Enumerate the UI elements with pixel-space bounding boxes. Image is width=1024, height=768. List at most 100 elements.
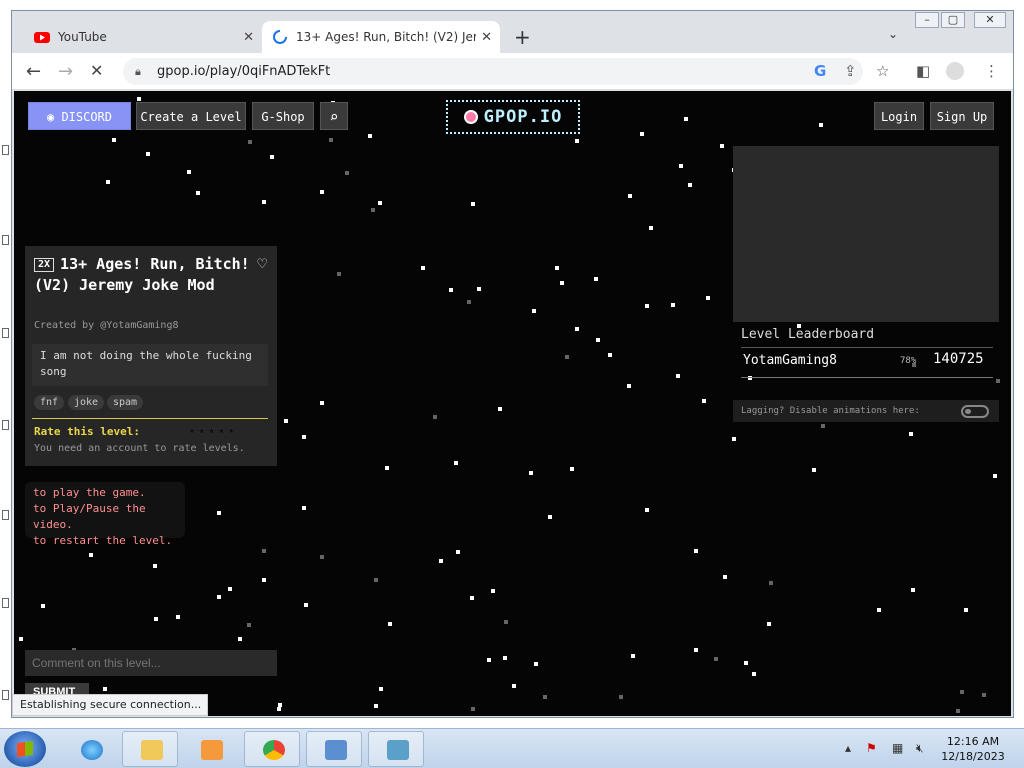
- star-particle: [575, 327, 579, 331]
- star-particle: [137, 97, 141, 101]
- volume-muted-icon[interactable]: 🔇︎: [916, 741, 924, 756]
- star-particle: [532, 309, 536, 313]
- network-icon[interactable]: ▦: [892, 741, 903, 755]
- address-bar[interactable]: 🔒︎ gpop.io/play/0qiFnADTekFt: [123, 58, 863, 85]
- star-particle: [964, 608, 968, 612]
- star-particle: [498, 407, 502, 411]
- gpop-logo[interactable]: GPOP.IO: [446, 100, 580, 134]
- star-particle: [594, 277, 598, 281]
- level-creator[interactable]: Created by @YotamGaming8: [34, 320, 179, 331]
- star-particle: [560, 281, 564, 285]
- desktop-file-icon[interactable]: [2, 235, 9, 245]
- star-particle: [470, 596, 474, 600]
- desktop-file-icon[interactable]: [2, 328, 9, 338]
- star-particle: [649, 226, 653, 230]
- close-tab-icon[interactable]: ✕: [481, 30, 492, 45]
- start-button[interactable]: [4, 731, 46, 767]
- system-clock[interactable]: 12:16 AM 12/18/2023: [938, 734, 1008, 764]
- star-particle: [706, 296, 710, 300]
- star-particle: [421, 266, 425, 270]
- rate-notice: You need an account to rate levels.: [34, 443, 245, 454]
- taskbar-ie[interactable]: [62, 731, 118, 767]
- leaderboard-score: 140725: [933, 351, 984, 367]
- star-particle: [503, 656, 507, 660]
- star-particle: [374, 578, 378, 582]
- taskbar-photo-viewer[interactable]: [368, 731, 424, 767]
- clock-date: 12/18/2023: [941, 750, 1005, 763]
- star-particle: [575, 139, 579, 143]
- star-particle: [631, 654, 635, 658]
- star-particle: [491, 589, 495, 593]
- share-icon[interactable]: ⇪: [844, 62, 857, 80]
- star-particle: [996, 379, 1000, 383]
- tab-gpop[interactable]: 13+ Ages! Run, Bitch! (V2) Jerem ✕: [262, 21, 500, 53]
- desktop-file-icon[interactable]: [2, 690, 9, 700]
- star-particle: [89, 553, 93, 557]
- tab-title: YouTube: [58, 30, 107, 44]
- leaderboard-player[interactable]: YotamGaming8: [743, 353, 837, 368]
- menu-kebab-icon[interactable]: ⋮: [984, 62, 999, 80]
- level-title: 2X 13+ Ages! Run, Bitch! (V2) Jeremy Joke…: [34, 255, 250, 294]
- star-particle: [228, 587, 232, 591]
- create-level-button[interactable]: Create a Level: [136, 102, 246, 130]
- action-center-icon[interactable]: ⚑: [866, 741, 877, 755]
- star-particle: [555, 266, 559, 270]
- side-panel-icon[interactable]: ◧: [916, 62, 930, 80]
- tag-chip[interactable]: spam: [107, 395, 144, 410]
- desktop-file-icon[interactable]: [2, 598, 9, 608]
- comment-input[interactable]: [25, 650, 277, 676]
- browser-window: – ▢ ✕ YouTube ✕ 13+ Ages! Run, Bitch! (V…: [11, 10, 1014, 718]
- search-icon[interactable]: ⌕: [320, 102, 348, 130]
- bookmark-star-icon[interactable]: ☆: [876, 62, 889, 80]
- star-particle: [645, 304, 649, 308]
- profile-avatar-icon[interactable]: [946, 62, 964, 80]
- taskbar-explorer[interactable]: [122, 731, 178, 767]
- animation-toggle[interactable]: [961, 405, 989, 418]
- tag-chip[interactable]: joke: [68, 395, 105, 410]
- stop-loading-icon[interactable]: ✕: [90, 61, 103, 80]
- star-particle: [767, 622, 771, 626]
- star-particle: [284, 419, 288, 423]
- back-arrow-icon[interactable]: ←: [26, 61, 41, 82]
- star-particle: [238, 637, 242, 641]
- star-particle: [374, 704, 378, 708]
- google-lens-icon[interactable]: G: [814, 62, 826, 80]
- star-particle: [368, 134, 372, 138]
- taskbar-media[interactable]: [182, 731, 238, 767]
- taskbar-control-panel[interactable]: [306, 731, 362, 767]
- desktop-file-icon[interactable]: [2, 510, 9, 520]
- tab-youtube[interactable]: YouTube ✕: [24, 21, 262, 53]
- g-shop-button[interactable]: G-Shop: [252, 102, 314, 130]
- tray-expand-icon[interactable]: ▴: [845, 741, 851, 755]
- star-particle: [694, 549, 698, 553]
- signup-button[interactable]: Sign Up: [930, 102, 994, 130]
- tab-search-chevron-icon[interactable]: ⌄: [888, 27, 898, 41]
- new-tab-plus-icon[interactable]: +: [514, 25, 531, 49]
- taskbar-chrome[interactable]: [244, 731, 300, 767]
- discord-button[interactable]: ◉ DISCORD: [28, 102, 131, 130]
- video-preview[interactable]: [733, 146, 999, 322]
- lag-text: Lagging? Disable animations here:: [741, 406, 920, 416]
- rating-stars[interactable]: ★★★★★: [188, 423, 237, 438]
- desktop-file-icon[interactable]: [2, 145, 9, 155]
- loading-spinner-icon: [273, 30, 287, 44]
- favorite-heart-icon[interactable]: ♡: [257, 254, 267, 273]
- controls-help: to play the game. to Play/Pause the vide…: [25, 482, 185, 547]
- level-info-card: 2X 13+ Ages! Run, Bitch! (V2) Jeremy Joke…: [25, 246, 277, 466]
- close-tab-icon[interactable]: ✕: [243, 30, 254, 45]
- star-particle: [262, 200, 266, 204]
- desktop-file-icon[interactable]: [2, 420, 9, 430]
- logo-bean-icon: [463, 110, 478, 124]
- star-particle: [752, 672, 756, 676]
- divider: [32, 418, 268, 419]
- login-button[interactable]: Login: [874, 102, 924, 130]
- forward-arrow-icon[interactable]: →: [58, 61, 73, 82]
- star-particle: [176, 615, 180, 619]
- star-particle: [608, 353, 612, 357]
- star-particle: [645, 508, 649, 512]
- controls-line: to Play/Pause the video.: [33, 502, 146, 531]
- star-particle: [388, 622, 392, 626]
- star-particle: [146, 152, 150, 156]
- star-particle: [371, 208, 375, 212]
- tag-chip[interactable]: fnf: [34, 395, 65, 410]
